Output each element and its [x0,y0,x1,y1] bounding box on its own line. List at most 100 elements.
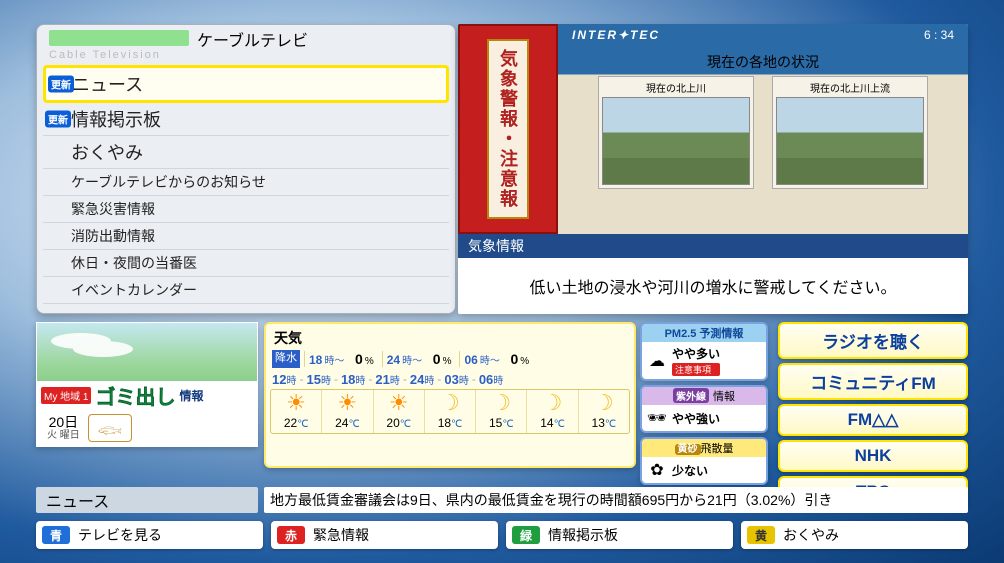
uv-badge: 紫外線 [673,388,709,403]
cloud-icon: ☁ [646,351,668,371]
weather-icon: ☽ [543,392,563,414]
timeline-hour-3: 21時 [375,372,399,387]
menu-item-label: ケーブルテレビからのお知らせ [71,172,266,192]
uv-value: やや強い [672,410,720,427]
local-info-panel: My 地域 1 ゴミ出し 情報 20日 火 曜日 𓆟 [36,322,258,447]
garbage-info-row: My 地域 1 ゴミ出し 情報 [37,381,257,412]
camera-label: 現在の北上川上流 [810,80,890,95]
key-label: 緊急情報 [313,525,369,545]
radio-panel: ラジオを聴くコミュニティFMFM△△NHKTBS [778,322,968,508]
forecast-temp: 24℃ [335,416,360,430]
precip-badge: 降水 [272,350,300,368]
weather-icon: ☀ [389,392,409,414]
color-key-green[interactable]: 緑情報掲示板 [506,521,733,549]
forecast-temp: 18℃ [438,416,463,430]
pm25-value: やや多い [672,345,720,362]
station-logo-placeholder [49,30,189,46]
key-chip: 青 [42,526,70,544]
weather-icon: ☽ [440,392,460,414]
menu-item-3[interactable]: ケーブルテレビからのお知らせ [43,169,449,196]
menu-subtitle: Cable Television [37,49,455,61]
uv-card: 紫外線情報 🕶 やや強い [640,385,768,433]
pm25-card: PM2.5 予測情報 ☁ やや多い 注意事項 [640,322,768,381]
camera-image [776,97,924,185]
menu-list: 更新ニュース更新情報掲示板おくやみケーブルテレビからのお知らせ緊急災害情報消防出… [37,61,455,313]
sunglasses-icon: 🕶 [646,408,668,428]
broadcast-upper: 気象警報・注意報 INTER✦TEC 6 : 34 現在の各地の状況 現在の北上… [458,24,968,234]
garbage-title: ゴミ出し [95,381,175,410]
news-ticker-row: ニュース 地方最低賃金審議会は9日、県内の最低賃金を現行の時間額695円から21… [36,487,968,513]
forecast-row: ☀ 22℃ ☀ 24℃ ☀20℃ ☽ 18℃ ☽ 15℃ ☽ 14℃ ☽ 13℃ [270,389,630,434]
camera-image [602,97,750,185]
camera-card-0: 現在の北上川 [598,76,754,189]
weather-icon: ☀ [338,392,358,414]
pollen-suffix: 飛散量 [701,443,734,455]
color-key-blue[interactable]: 青テレビを見る [36,521,263,549]
camera-section-title: 現在の各地の状況 [566,52,960,72]
weekday-suffix: 曜日 [60,430,80,441]
forecast-cell-0: ☀ 22℃ [271,390,321,433]
timeline-row: 12時 - 15時 - 18時 - 21時 - 24時 - 03時 - 06時 [270,372,630,389]
precip-cell-2: 06時～ 0 % [459,351,533,367]
weather-icon: ☽ [594,392,614,414]
menu-item-label: イベントカレンダー [71,280,197,300]
key-chip: 赤 [277,526,305,544]
environment-panel: PM2.5 予測情報 ☁ やや多い 注意事項 紫外線情報 🕶 やや強い 黄砂飛散… [640,322,768,485]
key-chip: 黄 [747,526,775,544]
menu-item-0[interactable]: 更新ニュース [43,65,449,103]
forecast-cell-5: ☽ 14℃ [526,390,577,433]
color-key-red[interactable]: 赤緊急情報 [271,521,498,549]
pm25-warning: 注意事項 [672,363,720,376]
broadcast-preview: 気象警報・注意報 INTER✦TEC 6 : 34 現在の各地の状況 現在の北上… [458,24,968,314]
radio-button-0[interactable]: ラジオを聴く [778,322,968,359]
weather-panel: 天気 降水 18時～ 0 %24時～ 0 %06時～ 0 % 12時 - 15時… [264,322,636,468]
update-badge: 更新 [45,111,71,128]
timeline-hour-5: 03時 [444,372,468,387]
color-key-yellow[interactable]: 黄おくやみ [741,521,968,549]
region-badge: My 地域 1 [41,387,91,404]
menu-item-6[interactable]: 休日・夜間の当番医 [43,250,449,277]
camera-row: 現在の北上川 現在の北上川上流 [566,76,960,189]
menu-item-label: 緊急災害情報 [71,199,155,219]
timeline-hour-0: 12時 [272,372,296,387]
timeline-hour-4: 24時 [410,372,434,387]
precip-cell-1: 24時～ 0 % [382,351,456,367]
weather-ticker: 低い土地の浸水や河川の増水に警戒してください。 [458,258,968,314]
forecast-cell-4: ☽ 15℃ [475,390,526,433]
forecast-temp: 14℃ [540,416,565,430]
forecast-cell-2: ☀20℃ [373,390,424,433]
radio-button-3[interactable]: NHK [778,440,968,472]
pm25-title: PM2.5 予測情報 [665,328,744,340]
menu-item-label: 消防出動情報 [71,226,155,246]
weather-strip-header: 気象情報 [458,234,968,258]
precip-cell-0: 18時～ 0 % [304,351,378,367]
flower-icon: ✿ [646,460,668,480]
menu-item-5[interactable]: 消防出動情報 [43,223,449,250]
pollen-badge: 黄砂 [675,444,701,455]
key-chip: 緑 [512,526,540,544]
forecast-temp: 22℃ [284,416,309,430]
weather-icon: ☀ [286,392,306,414]
radio-button-1[interactable]: コミュニティFM [778,363,968,400]
pollen-value: 少ない [672,462,708,479]
forecast-temp: 13℃ [592,416,617,430]
broadcast-lower: 気象情報 低い土地の浸水や河川の増水に警戒してください。 [458,234,968,314]
menu-item-7[interactable]: イベントカレンダー [43,277,449,304]
weekday-prefix: 火 [47,430,57,441]
garbage-suffix: 情報 [179,387,203,404]
menu-item-4[interactable]: 緊急災害情報 [43,196,449,223]
broadcast-content: INTER✦TEC 6 : 34 現在の各地の状況 現在の北上川現在の北上川上流 [558,24,968,234]
menu-item-label: おくやみ [71,139,143,165]
menu-title: ケーブルテレビ [197,27,308,51]
timeline-hour-1: 15時 [306,372,330,387]
camera-card-1: 現在の北上川上流 [772,76,928,189]
news-body: 地方最低賃金審議会は9日、県内の最低賃金を現行の時間額695円から21円（3.0… [264,487,968,513]
key-label: 情報掲示板 [548,525,618,545]
radio-button-2[interactable]: FM△△ [778,404,968,436]
local-sky-illustration [37,323,257,381]
timeline-hour-2: 18時 [341,372,365,387]
menu-item-1[interactable]: 更新情報掲示板 [43,103,449,136]
weather-icon: ☽ [491,392,511,414]
forecast-temp: 15℃ [489,416,514,430]
menu-item-2[interactable]: おくやみ [43,136,449,169]
